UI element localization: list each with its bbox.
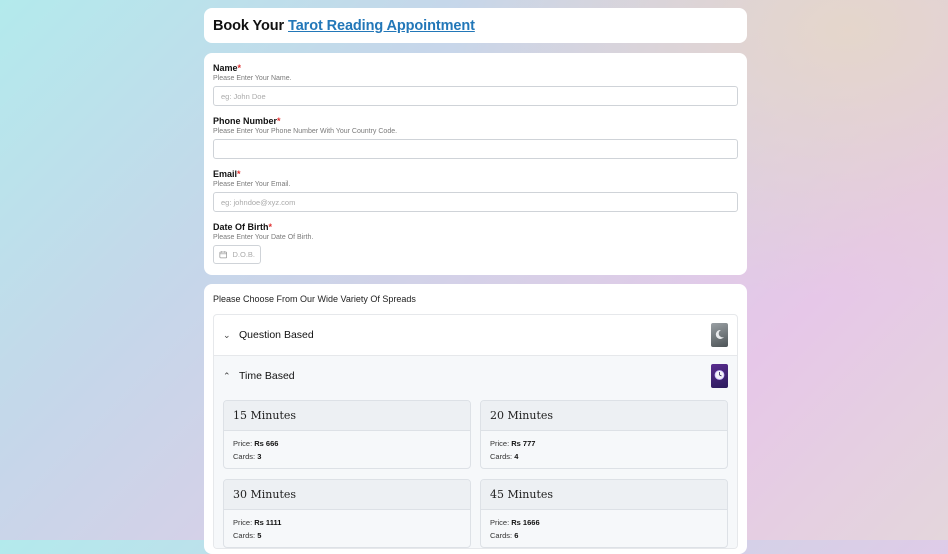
option-cards: Cards: 6: [490, 531, 519, 540]
calendar-icon: [219, 251, 228, 259]
moon-card-image: [711, 323, 728, 347]
accordion-label: Time Based: [239, 370, 295, 382]
time-based-options: 15 Minutes Price: Rs 666 Cards: 3 20 Min…: [214, 396, 737, 548]
email-label: Email*: [213, 169, 241, 179]
option-title: 20 Minutes: [481, 401, 727, 431]
name-label: Name*: [213, 63, 242, 73]
option-price: Price: Rs 1111: [233, 518, 282, 527]
booking-form: Name* Please Enter Your Name. eg: John D…: [204, 53, 747, 275]
email-input[interactable]: eg: johndoe@xyz.com: [213, 192, 738, 212]
spread-option-20-minutes[interactable]: 20 Minutes Price: Rs 777 Cards: 4: [480, 400, 728, 469]
accordion-question-based[interactable]: ⌄ Question Based: [214, 315, 737, 355]
title-prefix: Book Your: [213, 17, 285, 34]
option-title: 45 Minutes: [481, 480, 727, 510]
clock-card-image: [711, 364, 728, 388]
dob-help: Please Enter Your Date Of Birth.: [213, 234, 314, 241]
spread-option-45-minutes[interactable]: 45 Minutes Price: Rs 1666 Cards: 6: [480, 479, 728, 548]
accordion-label: Question Based: [239, 329, 314, 341]
spread-option-30-minutes[interactable]: 30 Minutes Price: Rs 1111 Cards: 5: [223, 479, 471, 548]
spreads-accordion: ⌄ Question Based ⌃ Time Based 15 Minutes…: [213, 314, 738, 549]
required-marker: *: [237, 169, 241, 179]
option-price: Price: Rs 777: [490, 439, 536, 448]
required-marker: *: [237, 63, 242, 73]
option-price: Price: Rs 1666: [490, 518, 540, 527]
chevron-down-icon: ⌄: [223, 329, 231, 340]
name-input[interactable]: eg: John Doe: [213, 86, 738, 106]
spread-option-15-minutes[interactable]: 15 Minutes Price: Rs 666 Cards: 3: [223, 400, 471, 469]
name-field-group: Name* Please Enter Your Name. eg: John D…: [213, 63, 738, 106]
name-help: Please Enter Your Name.: [213, 75, 292, 82]
option-title: 15 Minutes: [224, 401, 470, 431]
spreads-card: Please Choose From Our Wide Variety Of S…: [204, 284, 747, 554]
spreads-title: Please Choose From Our Wide Variety Of S…: [213, 294, 416, 304]
phone-field-group: Phone Number* Please Enter Your Phone Nu…: [213, 116, 738, 159]
dob-field-group: Date Of Birth* Please Enter Your Date Of…: [213, 222, 738, 264]
option-cards: Cards: 4: [490, 452, 519, 461]
dob-placeholder: D.O.B.: [232, 250, 255, 259]
email-field-group: Email* Please Enter Your Email. eg: john…: [213, 169, 738, 212]
title-card: Book Your Tarot Reading Appointment: [204, 8, 747, 43]
dob-input[interactable]: D.O.B.: [213, 245, 261, 264]
required-marker: *: [277, 116, 281, 126]
page-title: Book Your Tarot Reading Appointment: [213, 18, 475, 34]
option-cards: Cards: 3: [233, 452, 262, 461]
option-price: Price: Rs 666: [233, 439, 279, 448]
title-link[interactable]: Tarot Reading Appointment: [288, 18, 475, 34]
phone-input[interactable]: [213, 139, 738, 159]
option-cards: Cards: 5: [233, 531, 262, 540]
option-title: 30 Minutes: [224, 480, 470, 510]
chevron-up-icon: ⌃: [223, 370, 231, 381]
dob-label: Date Of Birth*: [213, 222, 273, 232]
phone-label: Phone Number*: [213, 116, 281, 126]
phone-help: Please Enter Your Phone Number With Your…: [213, 128, 398, 135]
accordion-time-based[interactable]: ⌃ Time Based: [214, 355, 737, 396]
email-help: Please Enter Your Email.: [213, 181, 291, 188]
required-marker: *: [268, 222, 273, 232]
